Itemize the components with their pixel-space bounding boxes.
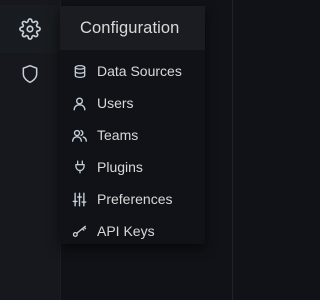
- menu-item-plugins[interactable]: Plugins: [60, 151, 205, 183]
- menu-item-api-keys[interactable]: API Keys: [60, 215, 205, 247]
- sidemenu-item-configuration[interactable]: [0, 5, 60, 53]
- menu-item-label: API Keys: [97, 223, 155, 239]
- key-icon: [71, 223, 88, 240]
- side-menu: [0, 0, 60, 300]
- menu-item-teams[interactable]: Teams: [60, 119, 205, 151]
- database-icon: [71, 63, 88, 80]
- app-screen: Configuration Data Sources Users Teams P…: [0, 0, 250, 300]
- users-icon: [71, 127, 88, 144]
- menu-item-preferences[interactable]: Preferences: [60, 183, 205, 215]
- menu-item-label: Plugins: [97, 159, 143, 175]
- dropdown-header[interactable]: Configuration: [60, 6, 205, 50]
- plug-icon: [71, 159, 88, 176]
- sliders-icon: [71, 191, 88, 208]
- menu-item-label: Data Sources: [97, 63, 182, 79]
- menu-item-label: Users: [97, 95, 134, 111]
- content-divider: [232, 0, 233, 300]
- menu-item-users[interactable]: Users: [60, 87, 205, 119]
- menu-item-label: Preferences: [97, 191, 173, 207]
- shield-icon: [20, 63, 40, 85]
- configuration-dropdown-menu: Configuration Data Sources Users Teams P…: [60, 6, 205, 244]
- sidemenu-item-server-admin[interactable]: [0, 50, 60, 98]
- dropdown-list: Data Sources Users Teams Plugins Prefere…: [60, 50, 205, 247]
- gear-icon: [19, 18, 41, 40]
- menu-item-label: Teams: [97, 127, 139, 143]
- user-icon: [71, 95, 88, 112]
- menu-item-data-sources[interactable]: Data Sources: [60, 55, 205, 87]
